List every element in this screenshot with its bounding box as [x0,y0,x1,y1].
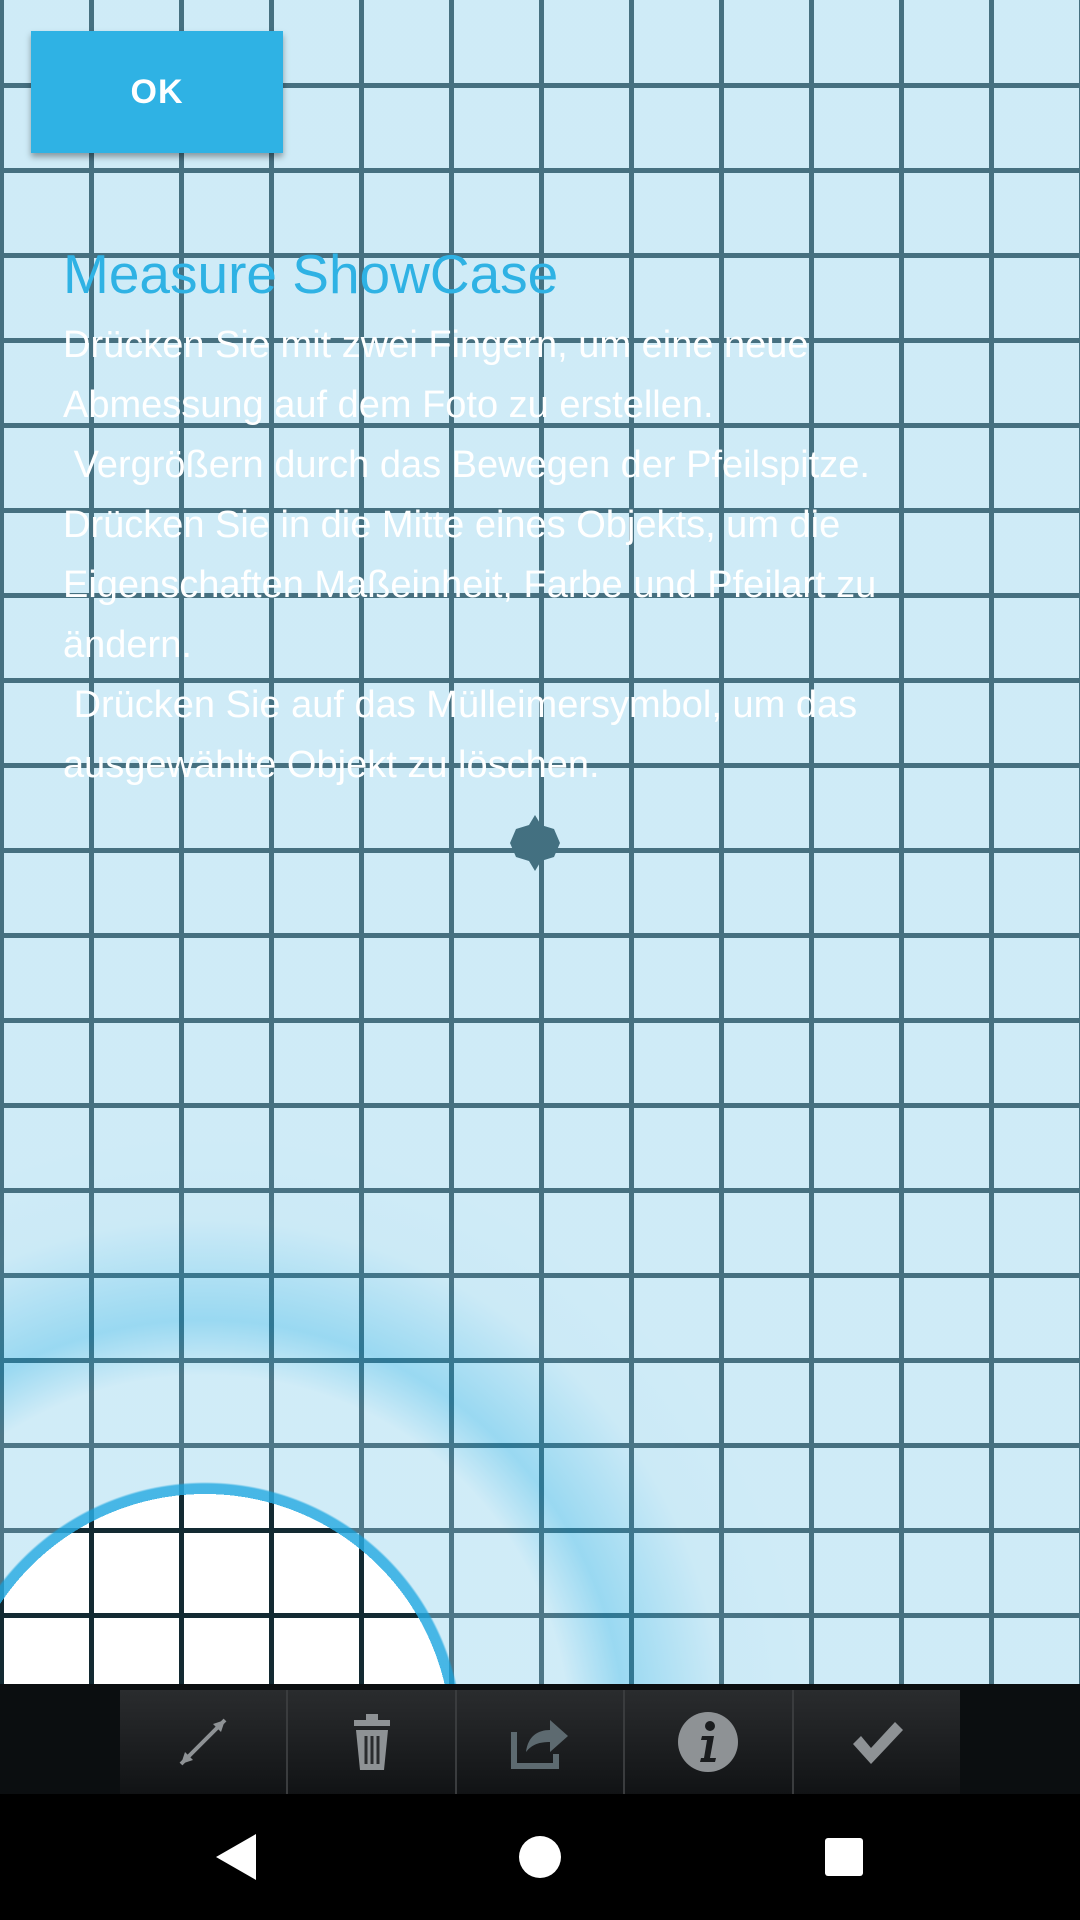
share-button[interactable] [457,1690,626,1794]
home-icon [519,1836,561,1878]
share-icon [511,1720,569,1769]
bottom-toolbar [0,1684,1080,1794]
nav-home-button[interactable] [470,1794,610,1920]
info-icon [678,1712,739,1772]
back-icon [216,1834,256,1880]
trash-icon [353,1714,390,1770]
confirm-button[interactable] [794,1690,960,1794]
info-button[interactable] [625,1690,794,1794]
recents-icon [825,1838,863,1876]
showcase-description: Drücken Sie mit zwei Fingern, um eine ne… [63,324,877,786]
photo-top-edge [0,0,1080,22]
delete-button[interactable] [288,1690,457,1794]
showcase-title: Measure ShowCase [63,243,559,305]
measure-arrow-icon [179,1718,227,1766]
nav-back-button[interactable] [166,1794,306,1920]
target-marker-icon [510,815,560,871]
checkmark-icon [852,1722,903,1764]
measure-button[interactable] [120,1690,289,1794]
system-navigation-bar [0,1794,1080,1920]
ok-button[interactable]: OK [31,31,283,153]
nav-recents-button[interactable] [774,1794,914,1920]
